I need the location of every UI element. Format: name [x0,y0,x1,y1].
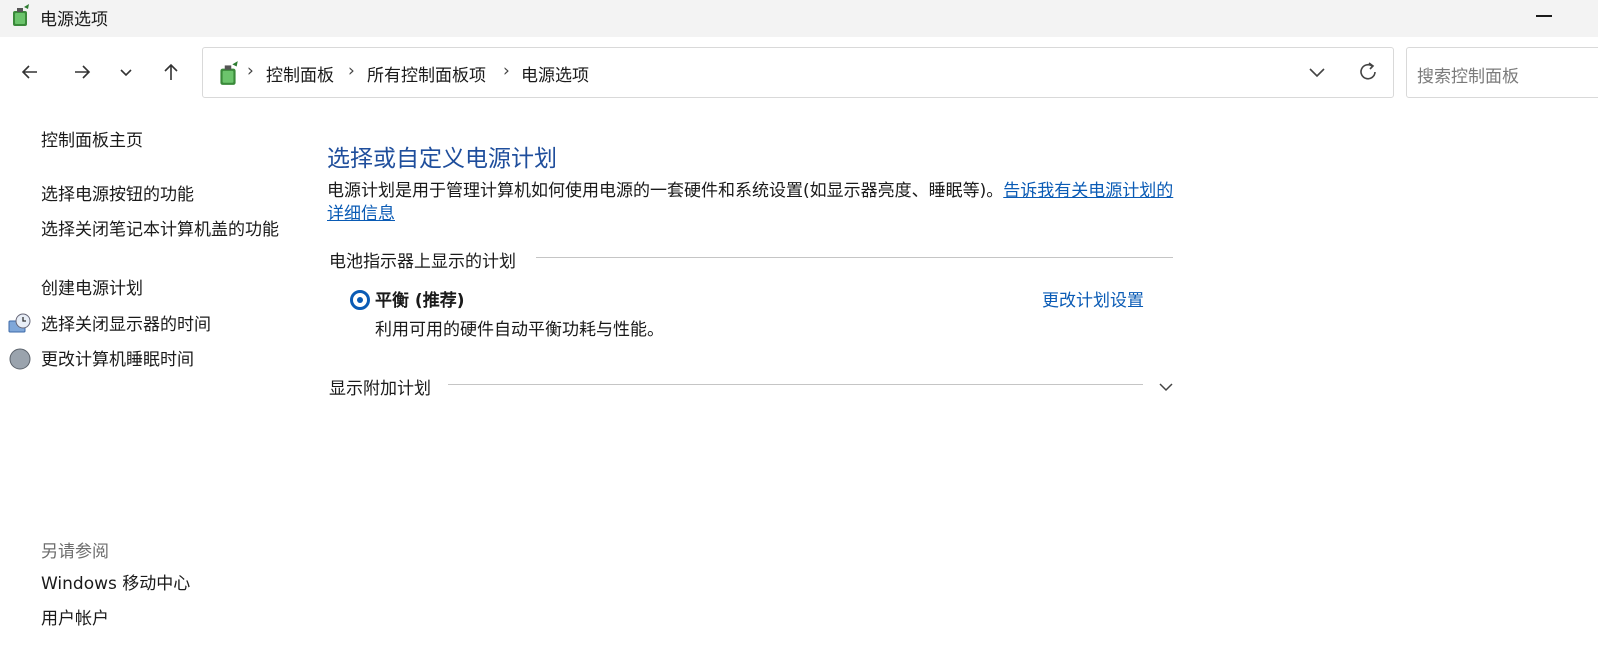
group-divider [448,384,1143,385]
monitor-clock-icon [8,313,31,333]
page-title: 选择或自定义电源计划 [327,146,557,172]
power-options-icon [13,4,29,26]
sidebar-item-create-plan[interactable]: 创建电源计划 [41,277,143,302]
expand-additional-plans-button[interactable] [1157,378,1175,401]
sidebar-item-sleep-time[interactable]: 更改计算机睡眠时间 [41,348,194,373]
forward-button[interactable] [68,58,96,86]
battery-plans-group-label: 电池指示器上显示的计划 [329,252,516,272]
power-options-icon [220,61,238,85]
recent-locations-button[interactable] [112,58,140,86]
back-button[interactable] [16,58,44,86]
breadcrumb-power-options[interactable]: 电源选项 [521,61,589,86]
window-title: 电源选项 [40,10,108,30]
breadcrumb-separator[interactable]: › [503,61,510,81]
sidebar-item-display-off[interactable]: 选择关闭显示器的时间 [41,313,211,338]
sidebar-item-power-button[interactable]: 选择电源按钮的功能 [41,183,194,208]
arrow-right-icon [75,65,91,79]
breadcrumb-control-panel[interactable]: 控制面板 [266,61,334,86]
moon-icon [9,348,31,370]
up-button[interactable] [157,58,185,86]
breadcrumb-all-items[interactable]: 所有控制面板项 [367,61,486,86]
see-also-title: 另请参阅 [41,542,109,562]
change-plan-settings-link[interactable]: 更改计划设置 [1042,286,1144,311]
address-bar[interactable]: › 控制面板 › 所有控制面板项 › 电源选项 [202,47,1394,98]
breadcrumb-separator[interactable]: › [348,61,355,81]
search-placeholder[interactable]: 搜索控制面板 [1417,62,1519,87]
minimize-button[interactable] [1536,15,1552,17]
additional-plans-toggle[interactable]: 显示附加计划 [329,374,431,399]
title-bar: 电源选项 [0,0,1598,37]
chevron-down-icon [120,69,132,77]
refresh-button[interactable] [1355,59,1381,90]
arrow-left-icon [21,65,37,79]
see-also-mobility-center[interactable]: Windows 移动中心 [41,572,190,597]
search-box[interactable]: 搜索控制面板 [1406,47,1598,98]
plan-balanced-radio[interactable] [350,290,370,310]
breadcrumb-separator[interactable]: › [247,61,254,81]
sidebar-control-panel-home[interactable]: 控制面板主页 [41,129,143,154]
description-text: 电源计划是用于管理计算机如何使用电源的一套硬件和系统设置(如显示器亮度、睡眠等)… [327,181,1004,201]
group-divider [536,257,1173,258]
address-dropdown-button[interactable] [1307,62,1327,87]
arrow-up-icon [164,63,178,80]
plan-balanced-description: 利用可用的硬件自动平衡功耗与性能。 [375,320,664,340]
see-also-user-accounts[interactable]: 用户帐户 [41,607,109,632]
chevron-down-icon [1159,383,1173,392]
page-description: 电源计划是用于管理计算机如何使用电源的一套硬件和系统设置(如显示器亮度、睡眠等)… [327,180,1177,226]
radio-selected-dot [357,297,363,303]
refresh-icon [1360,62,1376,80]
plan-balanced-name[interactable]: 平衡 (推荐) [375,286,464,311]
sidebar-item-lid-close[interactable]: 选择关闭笔记本计算机盖的功能 [41,218,281,243]
chevron-down-icon [1309,68,1325,78]
